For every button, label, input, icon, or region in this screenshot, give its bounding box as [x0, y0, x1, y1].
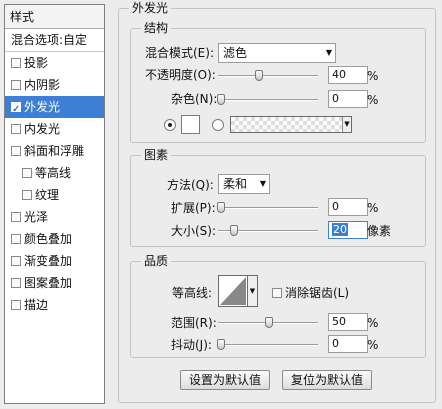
checkbox-color-overlay[interactable]	[11, 234, 21, 244]
style-item-texture[interactable]: 纹理	[5, 184, 104, 206]
size-slider-thumb[interactable]	[230, 225, 238, 236]
style-item-color-overlay[interactable]: 颜色叠加	[5, 228, 104, 250]
chevron-down-icon: ▼	[259, 179, 266, 188]
gradient-radio[interactable]	[212, 119, 224, 131]
chevron-down-icon: ▼	[249, 287, 256, 295]
jitter-input[interactable]: 0	[328, 335, 368, 353]
opacity-input[interactable]: 40	[328, 66, 368, 84]
size-unit: 像素	[367, 224, 392, 238]
checkbox-texture[interactable]	[22, 190, 32, 200]
style-list-header: 样式	[5, 5, 104, 29]
opacity-slider[interactable]	[218, 70, 318, 81]
noise-slider[interactable]	[217, 94, 318, 105]
spread-slider[interactable]	[217, 202, 318, 213]
opacity-unit: %	[367, 69, 379, 83]
style-item-gradient-overlay[interactable]: 渐变叠加	[5, 250, 104, 272]
style-item-satin[interactable]: 光泽	[5, 206, 104, 228]
range-label: 范围(R):	[171, 316, 217, 330]
structure-title: 结构	[141, 21, 172, 35]
antialias-row[interactable]: 消除锯齿(L)	[272, 286, 349, 300]
checkbox-gradient-overlay[interactable]	[11, 256, 21, 266]
contour-curve-icon	[220, 277, 246, 305]
opacity-label: 不透明度(O):	[145, 68, 216, 82]
set-default-button[interactable]: 设置为默认值	[180, 370, 270, 390]
style-item-inner-shadow[interactable]: 内阴影	[5, 74, 104, 96]
jitter-slider-thumb[interactable]	[217, 339, 225, 350]
reset-default-button[interactable]: 复位为默认值	[282, 370, 372, 390]
chevron-down-icon[interactable]: ▼	[342, 117, 351, 132]
jitter-label: 抖动(J):	[171, 338, 212, 352]
glow-color-swatch[interactable]	[181, 115, 200, 134]
contour-dropdown[interactable]: ▼	[248, 275, 258, 307]
noise-slider-thumb[interactable]	[217, 94, 225, 105]
contour-label: 等高线:	[172, 286, 213, 300]
size-label: 大小(S):	[171, 224, 217, 238]
range-unit: %	[367, 316, 379, 330]
range-slider-thumb[interactable]	[265, 317, 273, 328]
style-item-drop-shadow[interactable]: 投影	[5, 52, 104, 74]
color-radio[interactable]	[164, 119, 176, 131]
spread-slider-thumb[interactable]	[217, 202, 225, 213]
range-input[interactable]: 50	[328, 313, 368, 331]
gradient-picker[interactable]: ▼	[230, 116, 352, 133]
antialias-label: 消除锯齿(L)	[285, 286, 350, 300]
outer-glow-title: 外发光	[129, 1, 172, 15]
style-item-inner-glow[interactable]: 内发光	[5, 118, 104, 140]
blend-options-item[interactable]: 混合选项:自定	[5, 29, 104, 52]
blend-mode-select[interactable]: 滤色 ▼	[218, 43, 336, 63]
checkbox-drop-shadow[interactable]	[11, 58, 21, 68]
spread-unit: %	[367, 201, 379, 215]
noise-label: 杂色(N):	[171, 92, 218, 106]
style-item-bevel-emboss[interactable]: 斜面和浮雕	[5, 140, 104, 162]
range-slider[interactable]	[218, 317, 318, 328]
contour-picker[interactable]	[218, 275, 248, 307]
spread-input[interactable]: 0	[328, 198, 368, 216]
elements-title: 图素	[141, 148, 172, 162]
spread-label: 扩展(P):	[171, 201, 216, 215]
size-input[interactable]: 20	[328, 221, 368, 239]
jitter-unit: %	[367, 338, 379, 352]
checkbox-inner-shadow[interactable]	[11, 80, 21, 90]
style-item-stroke[interactable]: 描边	[5, 294, 104, 316]
size-slider[interactable]	[218, 225, 318, 236]
checkbox-stroke[interactable]	[11, 300, 21, 310]
jitter-slider[interactable]	[217, 339, 318, 350]
checkbox-contour[interactable]	[22, 168, 32, 178]
blend-mode-label: 混合模式(E):	[145, 46, 214, 60]
technique-select[interactable]: 柔和 ▼	[218, 174, 270, 194]
chevron-down-icon: ▼	[325, 48, 332, 57]
style-list: 样式 混合选项:自定 投影 内阴影 外发光 内发光 斜面和浮雕 等高线 纹理 光…	[4, 4, 105, 404]
method-label: 方法(Q):	[167, 178, 214, 192]
antialias-checkbox[interactable]	[272, 288, 282, 298]
quality-title: 品质	[141, 254, 172, 268]
checkbox-bevel-emboss[interactable]	[11, 146, 21, 156]
style-item-pattern-overlay[interactable]: 图案叠加	[5, 272, 104, 294]
checkbox-satin[interactable]	[11, 212, 21, 222]
style-item-outer-glow[interactable]: 外发光	[5, 96, 104, 121]
style-item-contour[interactable]: 等高线	[5, 162, 104, 184]
checkbox-inner-glow[interactable]	[11, 124, 21, 134]
noise-unit: %	[367, 93, 379, 107]
noise-input[interactable]: 0	[328, 90, 368, 108]
opacity-slider-thumb[interactable]	[255, 70, 263, 81]
checkbox-outer-glow[interactable]	[11, 99, 21, 121]
checkbox-pattern-overlay[interactable]	[11, 278, 21, 288]
